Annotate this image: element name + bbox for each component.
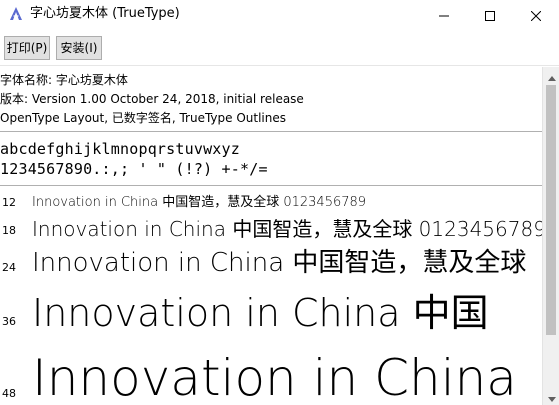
font-version: 版本: Version 1.00 October 24, 2018, initi… — [0, 92, 304, 106]
font-layout: OpenType Layout, 已数字签名, TrueType Outline… — [0, 111, 287, 125]
maximize-button[interactable] — [467, 0, 513, 30]
minimize-button[interactable] — [421, 0, 467, 30]
font-app-icon — [8, 6, 24, 22]
chevron-up-icon — [547, 66, 556, 85]
vertical-scrollbar[interactable] — [542, 67, 559, 405]
sample-text: Innovation in China — [32, 349, 517, 405]
sample-size: 36 — [2, 315, 16, 328]
sample-text: Innovation in China 中国 — [32, 291, 489, 335]
sample-size: 18 — [2, 224, 16, 237]
maximize-icon — [485, 6, 495, 25]
font-info: 字体名称: 字心坊夏木体 版本: Version 1.00 October 24… — [0, 71, 304, 128]
close-button[interactable] — [513, 0, 559, 30]
scroll-down-button[interactable] — [543, 388, 559, 405]
title-bar: 字心坊夏木体 (TrueType) — [0, 0, 559, 30]
sample-size: 48 — [2, 387, 16, 400]
close-icon — [530, 6, 542, 25]
window-title: 字心坊夏木体 (TrueType) — [30, 6, 180, 21]
toolbar: 打印(P) 安装(I) — [0, 30, 559, 66]
font-name: 字体名称: 字心坊夏木体 — [0, 73, 128, 87]
print-button[interactable]: 打印(P) — [4, 36, 50, 60]
minimize-icon — [439, 6, 449, 25]
sample-text: Innovation in China 中国智造，慧及全球 — [32, 248, 527, 278]
charset-digits: 1234567890.:,; ' " (!?) +-*/= — [0, 160, 268, 178]
sample-text: Innovation in China 中国智造，慧及全球 0123456789 — [32, 217, 542, 241]
chevron-down-icon — [547, 387, 556, 405]
scroll-up-button[interactable] — [543, 67, 559, 84]
font-preview: 字体名称: 字心坊夏木体 版本: Version 1.00 October 24… — [0, 67, 542, 405]
sample-size: 12 — [2, 196, 16, 209]
separator — [0, 131, 542, 132]
scrollbar-thumb[interactable] — [546, 85, 556, 335]
charset-sample: abcdefghijklmnopqrstuvwxyz 1234567890.:,… — [0, 139, 268, 179]
sample-size: 24 — [2, 261, 16, 274]
separator — [0, 185, 542, 186]
install-button[interactable]: 安装(I) — [56, 36, 102, 60]
sample-text: Innovation in China 中国智造，慧及全球 0123456789 — [32, 195, 367, 210]
charset-letters: abcdefghijklmnopqrstuvwxyz — [0, 140, 240, 158]
